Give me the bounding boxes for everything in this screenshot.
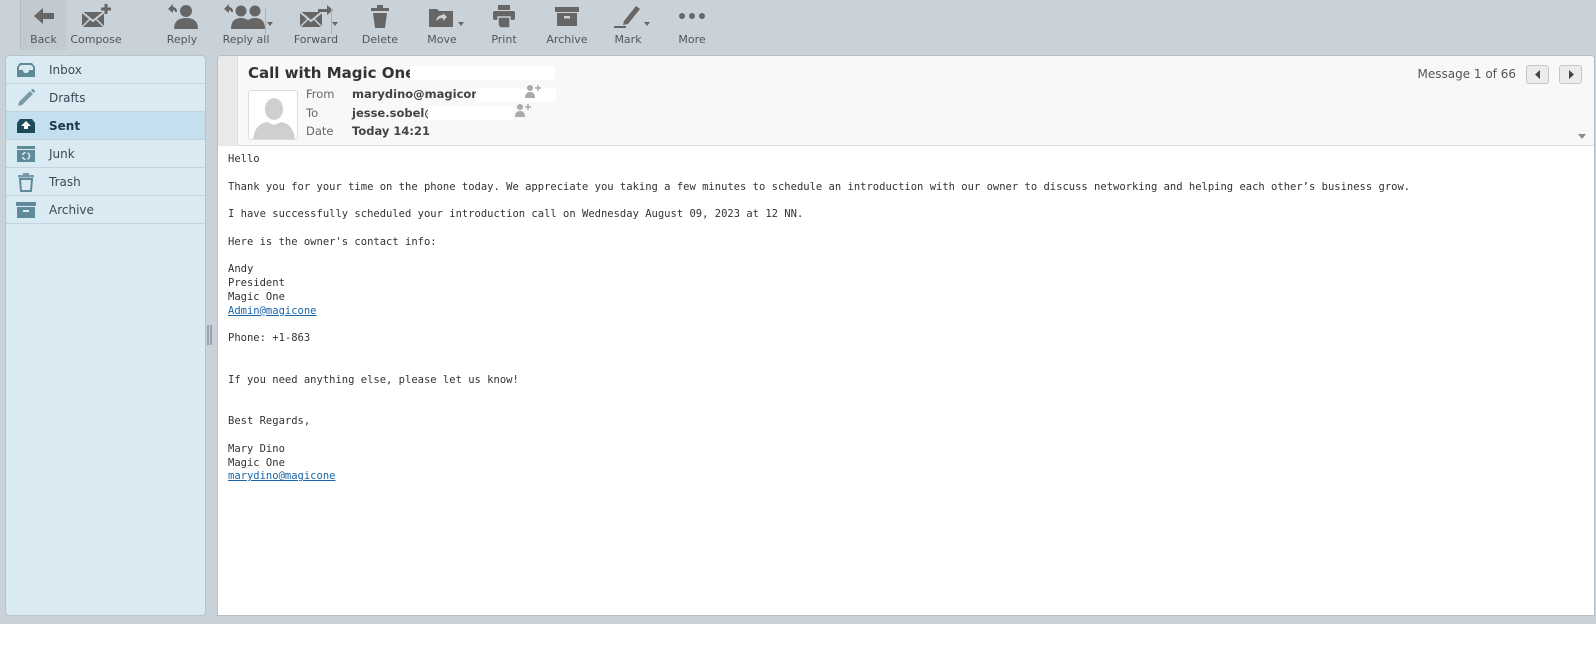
toolbar: Back Compose Reply Reply all Forward Del… [0, 0, 1596, 52]
chevron-down-icon [458, 22, 464, 26]
reply-all-icon [221, 2, 273, 30]
date-row: Date Today 14:21 [306, 124, 430, 138]
pane-resize-handle[interactable] [207, 325, 213, 345]
forward-icon [296, 2, 338, 30]
from-row: From marydino@magicone [306, 87, 487, 101]
message-header: Call with Magic One From marydino@magico… [218, 56, 1594, 146]
divider [265, 8, 266, 34]
mark-button[interactable]: Mark [606, 0, 650, 50]
marker-icon [608, 2, 650, 30]
phone-line: Phone: +1-863 [228, 332, 311, 345]
folder-label: Trash [49, 174, 81, 189]
archive-box-icon [547, 2, 587, 30]
to-address[interactable]: jesse.sobel@ [352, 106, 436, 120]
folder-label: Sent [49, 118, 81, 133]
body-line: If you need anything else, please let us… [228, 373, 519, 386]
add-contact-icon[interactable] [514, 103, 532, 120]
folder-sent[interactable]: Sent [6, 112, 205, 140]
junk-folder-icon [15, 144, 37, 164]
print-button[interactable]: Print [482, 0, 526, 50]
previous-message-button[interactable] [1526, 65, 1549, 84]
reply-icon [162, 2, 202, 30]
body-line: Thank you for your time on the phone tod… [228, 180, 1411, 193]
folder-inbox[interactable]: Inbox [6, 56, 205, 84]
message-body: Hello Thank you for your time on the pho… [228, 153, 1584, 484]
owner-name: Andy [228, 263, 254, 276]
folder-archive[interactable]: Archive [6, 196, 205, 224]
folder-list: Inbox Drafts Sent Junk Trash Archive [5, 55, 206, 616]
regards-line: Best Regards, [228, 415, 311, 428]
sent-icon [15, 116, 37, 136]
message-panel: Call with Magic One From marydino@magico… [217, 55, 1595, 616]
redacted-area [476, 88, 556, 102]
archive-button[interactable]: Archive [543, 0, 591, 50]
trash-icon [15, 172, 37, 192]
owner-title: President [228, 277, 285, 290]
forward-button[interactable]: Forward [290, 0, 342, 50]
more-dots-icon [672, 2, 712, 30]
header-toggle-icon[interactable] [1578, 134, 1586, 139]
move-button[interactable]: Move [420, 0, 464, 50]
inbox-icon [15, 60, 37, 80]
back-button[interactable]: Back [20, 0, 66, 50]
pencil-icon [15, 88, 37, 108]
folder-label: Archive [49, 202, 94, 217]
folder-label: Inbox [49, 62, 82, 77]
owner-company: Magic One [228, 290, 285, 303]
divider [331, 8, 332, 34]
mail-app: Back Compose Reply Reply all Forward Del… [0, 0, 1596, 624]
body-line: I have successfully scheduled your intro… [228, 208, 804, 221]
add-contact-icon[interactable] [524, 84, 542, 101]
header-strip [218, 56, 238, 146]
chevron-down-icon [332, 22, 338, 26]
sender-name: Mary Dino [228, 442, 285, 455]
compose-icon [76, 2, 116, 30]
from-label: From [306, 87, 335, 101]
chevron-right-icon [1568, 70, 1574, 79]
folder-trash[interactable]: Trash [6, 168, 205, 196]
folder-junk[interactable]: Junk [6, 140, 205, 168]
compose-button[interactable]: Compose [68, 0, 124, 50]
printer-icon [484, 2, 524, 30]
date-value: Today 14:21 [352, 124, 430, 138]
folder-label: Junk [49, 146, 75, 161]
body-line: Hello [228, 153, 260, 165]
reply-button[interactable]: Reply [160, 0, 204, 50]
message-counter: Message 1 of 66 [1417, 67, 1516, 81]
to-row: To jesse.sobel@ [306, 106, 436, 120]
from-address[interactable]: marydino@magicone [352, 87, 487, 101]
next-message-button[interactable] [1559, 65, 1582, 84]
redacted-area [410, 66, 555, 80]
avatar [248, 90, 298, 140]
trash-icon [360, 2, 400, 30]
chevron-down-icon [267, 22, 273, 26]
message-subject: Call with Magic One [248, 64, 416, 82]
folder-drafts[interactable]: Drafts [6, 84, 205, 112]
delete-button[interactable]: Delete [358, 0, 402, 50]
redacted-area [428, 106, 513, 120]
to-label: To [306, 106, 319, 120]
folder-label: Drafts [49, 90, 86, 105]
more-button[interactable]: More [670, 0, 714, 50]
body-line: Here is the owner's contact info: [228, 235, 437, 248]
sender-email-link[interactable]: marydino@magicone [228, 470, 335, 482]
back-arrow-icon [24, 2, 64, 30]
owner-email-link[interactable]: Admin@magicone [228, 305, 317, 317]
date-label: Date [306, 124, 334, 138]
chevron-left-icon [1534, 70, 1540, 79]
archive-box-icon [15, 200, 37, 220]
chevron-down-icon [644, 22, 650, 26]
sender-company: Magic One [228, 456, 285, 469]
move-folder-icon [422, 2, 464, 30]
